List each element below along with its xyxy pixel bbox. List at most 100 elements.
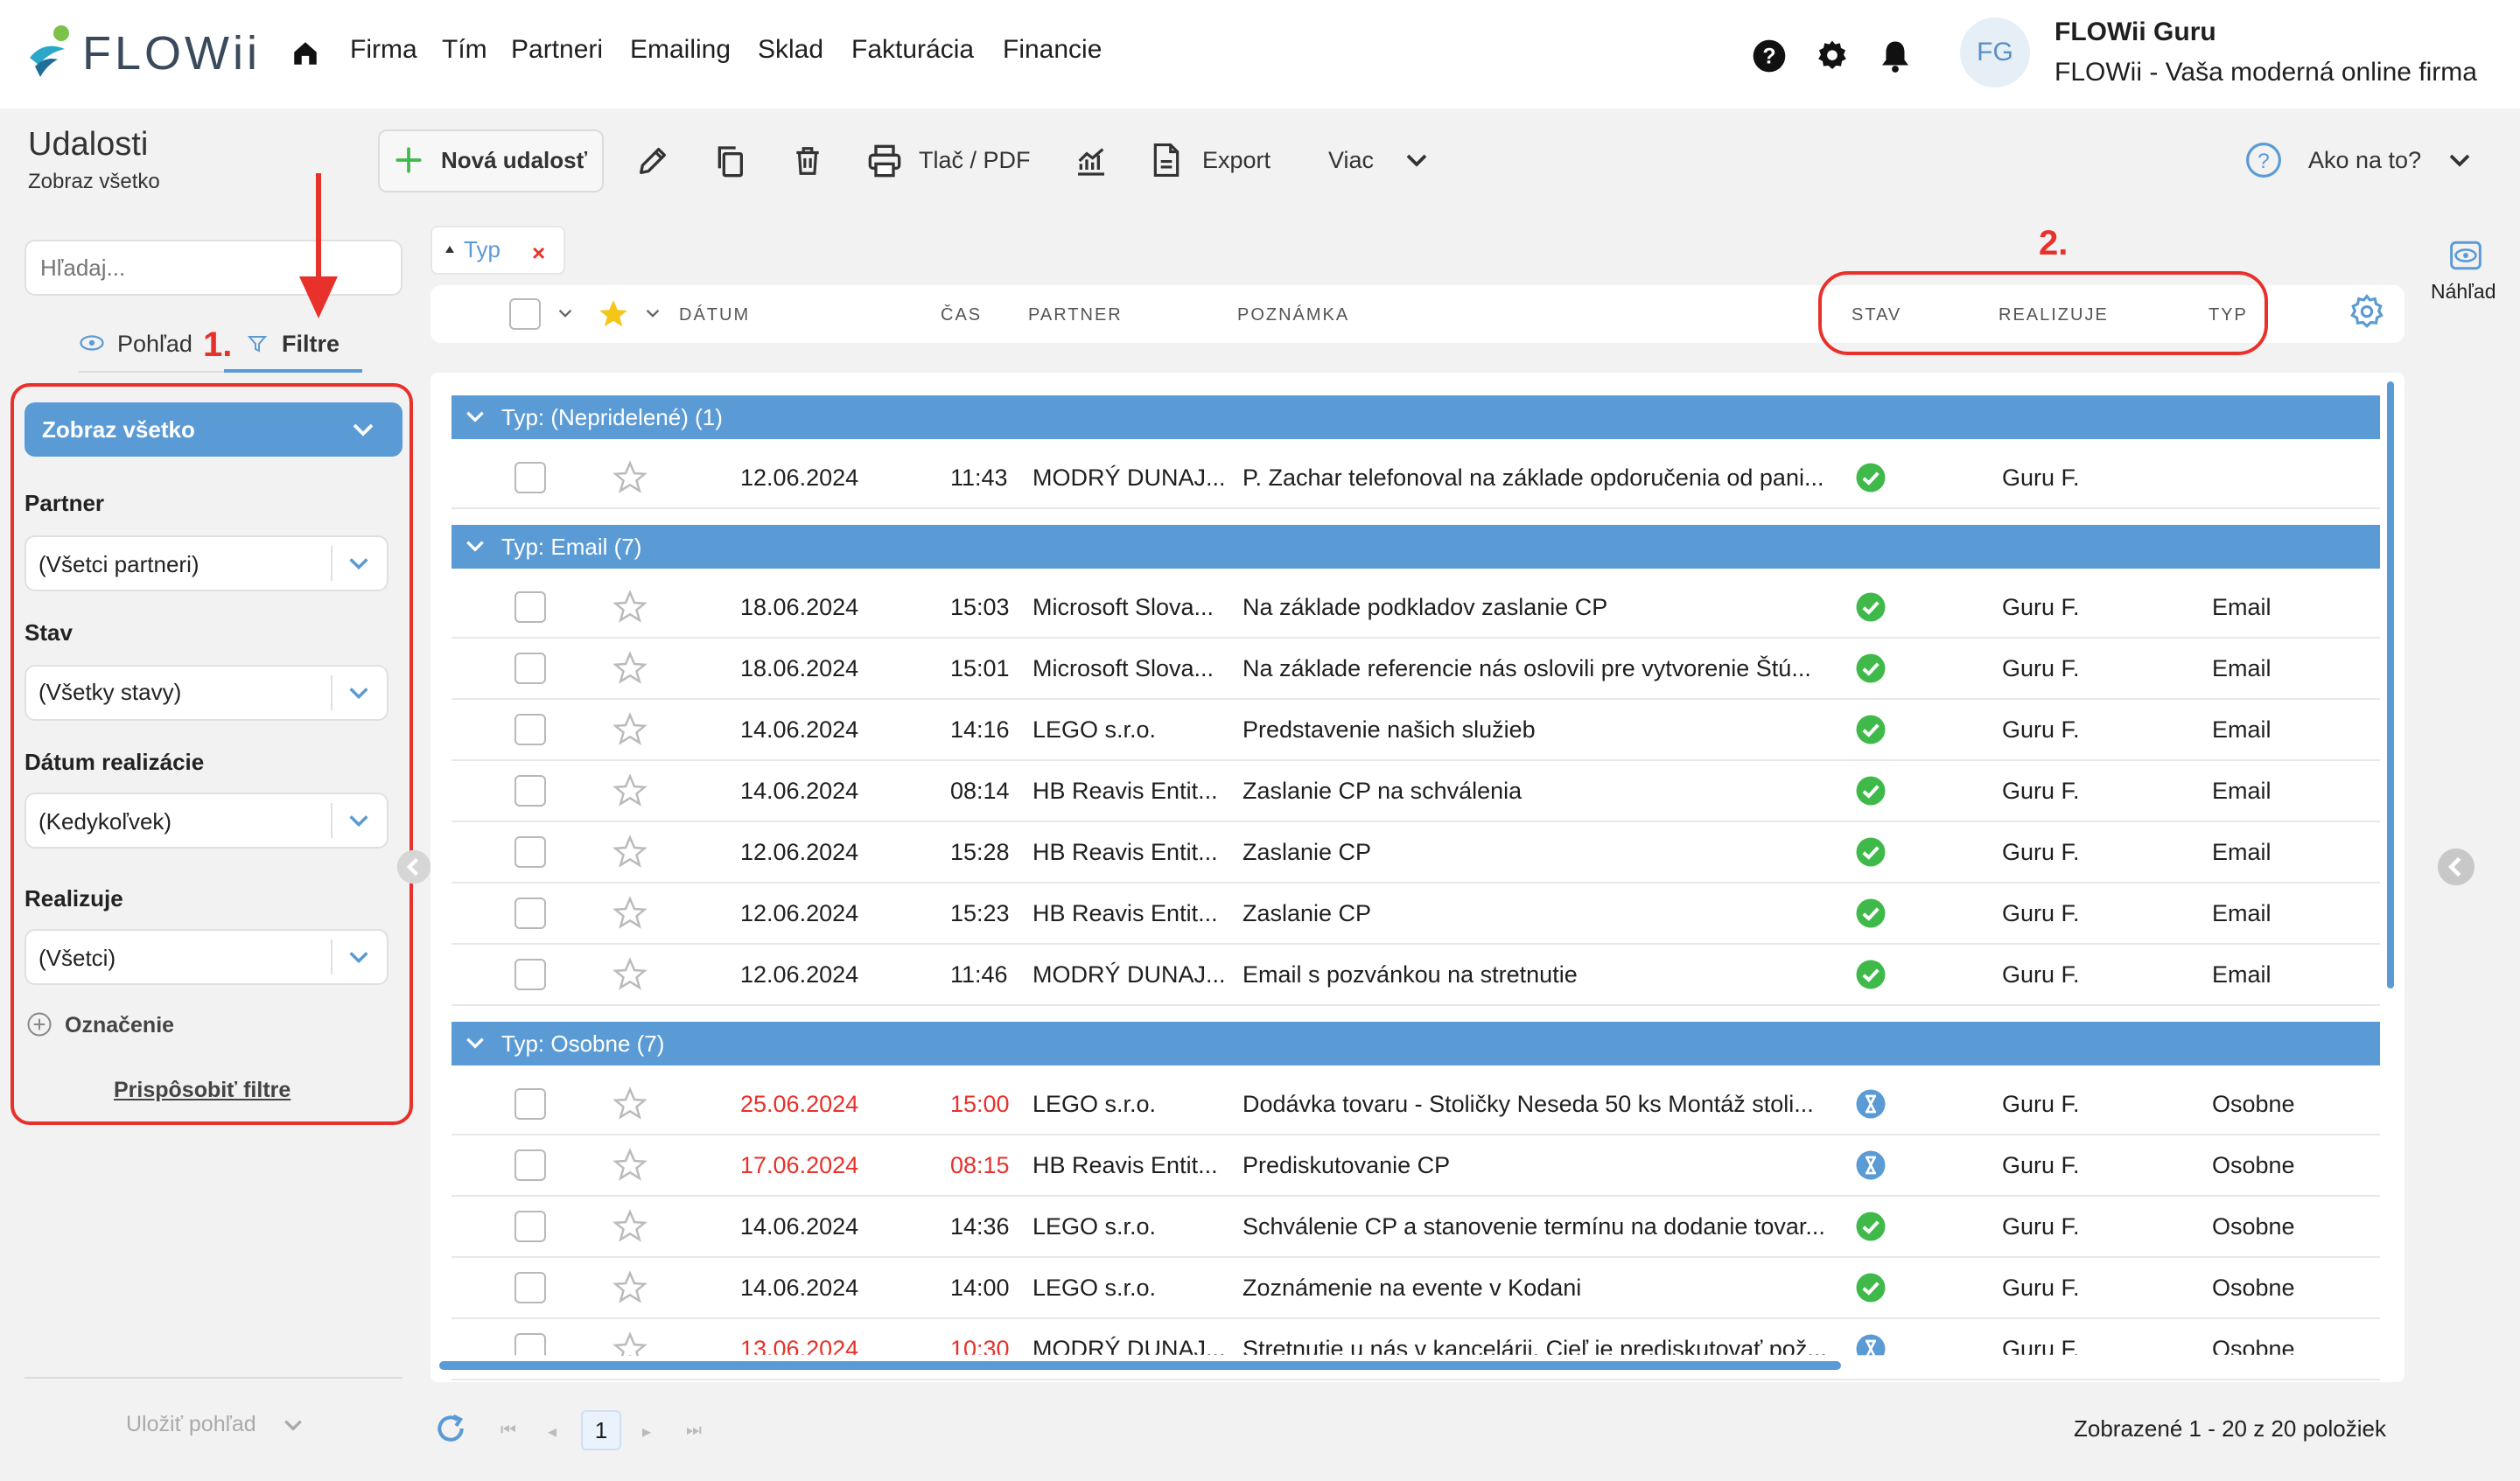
status-done-icon[interactable] <box>1855 1272 1886 1303</box>
chevron-down-icon[interactable] <box>1404 149 1430 171</box>
column-header-note[interactable]: POZNÁMKA <box>1237 305 1349 325</box>
chevron-down-icon[interactable] <box>346 947 371 968</box>
cell-partner[interactable]: LEGO s.r.o. <box>1032 1213 1156 1240</box>
cell-partner[interactable]: MODRÝ DUNAJ... <box>1032 961 1226 988</box>
status-done-icon[interactable] <box>1855 591 1886 623</box>
row-checkbox[interactable] <box>514 714 546 745</box>
nav-sklad[interactable]: Sklad <box>758 35 823 65</box>
current-page[interactable]: 1 <box>581 1410 621 1450</box>
cell-partner[interactable]: LEGO s.r.o. <box>1032 1091 1156 1118</box>
cell-note[interactable]: Na základe referencie nás oslovili pre v… <box>1242 655 1811 682</box>
row-checkbox[interactable] <box>514 1149 546 1181</box>
nav-partneri[interactable]: Partneri <box>511 35 603 65</box>
cell-partner[interactable]: MODRÝ DUNAJ... <box>1032 465 1226 492</box>
cell-note[interactable]: Schválenie CP a stanovenie termínu na do… <box>1242 1213 1825 1240</box>
column-header-partner[interactable]: PARTNER <box>1028 305 1123 325</box>
chart-icon[interactable] <box>1073 143 1110 178</box>
row-checkbox[interactable] <box>514 959 546 990</box>
cell-note[interactable]: P. Zachar telefonoval na základe opdoruč… <box>1242 465 1824 492</box>
help-icon[interactable]: ? <box>1752 38 1787 73</box>
print-pdf-button[interactable]: Tlač / PDF <box>919 147 1031 174</box>
tag-filter-button[interactable]: Označenie <box>65 1013 174 1038</box>
group-header-unassigned[interactable] <box>452 395 2380 439</box>
nav-financie[interactable]: Financie <box>1003 35 1102 65</box>
cell-partner[interactable]: HB Reavis Entit... <box>1032 1152 1218 1179</box>
row-checkbox[interactable] <box>514 1211 546 1242</box>
cell-note[interactable]: Prediskutovanie CP <box>1242 1152 1450 1179</box>
export-button[interactable]: Export <box>1202 147 1270 174</box>
star-outline-icon[interactable] <box>612 651 648 686</box>
cell-note[interactable]: Email s pozvánkou na stretnutie <box>1242 961 1578 988</box>
cell-partner[interactable]: LEGO s.r.o. <box>1032 716 1156 744</box>
trash-icon[interactable] <box>791 143 824 178</box>
collapse-left-icon[interactable] <box>396 849 432 885</box>
printer-icon[interactable] <box>866 143 903 178</box>
cell-partner[interactable]: Microsoft Slova... <box>1032 594 1214 621</box>
bell-icon[interactable] <box>1880 38 1911 73</box>
refresh-icon[interactable] <box>434 1412 467 1445</box>
group-collapse-icon[interactable] <box>464 1032 486 1053</box>
first-page-icon[interactable]: ⏮ <box>500 1421 516 1441</box>
status-pending-hourglass-icon[interactable] <box>1855 1149 1886 1181</box>
export-file-icon[interactable] <box>1150 142 1183 178</box>
search-input[interactable] <box>24 240 402 296</box>
nav-fakturacia[interactable]: Fakturácia <box>851 35 974 65</box>
status-done-icon[interactable] <box>1855 836 1886 868</box>
cell-note[interactable]: Dodávka tovaru - Stoličky Neseda 50 ks M… <box>1242 1091 1814 1118</box>
home-icon[interactable] <box>290 38 320 68</box>
gear-icon[interactable] <box>1815 38 1850 73</box>
vertical-scrollbar[interactable] <box>2387 381 2394 988</box>
status-done-icon[interactable] <box>1855 714 1886 745</box>
cell-partner[interactable]: LEGO s.r.o. <box>1032 1275 1156 1302</box>
select-menu-chevron-icon[interactable] <box>556 306 574 320</box>
edit-pencil-icon[interactable] <box>635 143 670 178</box>
customize-filters-link[interactable]: Prispôsobiť filtre <box>114 1078 290 1103</box>
cell-partner[interactable]: HB Reavis Entit... <box>1032 839 1218 866</box>
row-checkbox[interactable] <box>514 1272 546 1303</box>
status-done-icon[interactable] <box>1855 959 1886 990</box>
nav-emailing[interactable]: Emailing <box>630 35 731 65</box>
more-button[interactable]: Viac <box>1328 147 1374 174</box>
star-filled-icon[interactable] <box>597 297 630 331</box>
status-done-icon[interactable] <box>1855 1211 1886 1242</box>
group-header-osobne[interactable] <box>452 1022 2380 1065</box>
logo-text[interactable]: FLOWii <box>82 26 261 80</box>
status-pending-hourglass-icon[interactable] <box>1855 1088 1886 1120</box>
preview-label[interactable]: Náhľad <box>2431 280 2496 304</box>
status-done-icon[interactable] <box>1855 462 1886 493</box>
horizontal-scrollbar[interactable] <box>439 1361 1841 1370</box>
cell-partner[interactable]: HB Reavis Entit... <box>1032 778 1218 805</box>
cell-partner[interactable]: Microsoft Slova... <box>1032 655 1214 682</box>
avatar[interactable]: FG <box>1960 17 2030 87</box>
row-checkbox[interactable] <box>514 836 546 868</box>
user-name[interactable]: FLOWii Guru <box>2054 17 2216 47</box>
status-done-icon[interactable] <box>1855 898 1886 929</box>
star-outline-icon[interactable] <box>612 1270 648 1305</box>
cell-note[interactable]: Na základe podkladov zaslanie CP <box>1242 594 1607 621</box>
row-checkbox[interactable] <box>514 591 546 623</box>
plus-circle-icon[interactable] <box>26 1011 52 1037</box>
remove-group-icon[interactable]: × <box>532 240 545 267</box>
group-header-email[interactable] <box>452 525 2380 569</box>
row-checkbox[interactable] <box>514 775 546 807</box>
prev-page-icon[interactable]: ◂ <box>548 1421 556 1443</box>
help-circle-icon[interactable]: ? <box>2245 142 2282 178</box>
flowii-logo-icon[interactable] <box>26 23 75 79</box>
row-checkbox[interactable] <box>514 653 546 684</box>
star-outline-icon[interactable] <box>612 896 648 931</box>
cell-note[interactable]: Zaslanie CP na schválenia <box>1242 778 1522 805</box>
copy-icon[interactable] <box>712 143 747 178</box>
nav-tim[interactable]: Tím <box>442 35 487 65</box>
star-outline-icon[interactable] <box>612 1148 648 1183</box>
help-chevron-icon[interactable] <box>2446 149 2473 171</box>
help-button[interactable]: Ako na to? <box>2308 147 2421 174</box>
star-outline-icon[interactable] <box>612 835 648 870</box>
column-settings-gear-icon[interactable] <box>2348 294 2385 331</box>
star-outline-icon[interactable] <box>612 590 648 625</box>
tab-filters[interactable]: Filtre <box>282 331 340 358</box>
cell-note[interactable]: Predstavenie našich služieb <box>1242 716 1536 744</box>
chevron-down-icon[interactable] <box>346 682 371 703</box>
status-done-icon[interactable] <box>1855 775 1886 807</box>
select-all-checkbox[interactable] <box>509 298 541 330</box>
collapse-right-icon[interactable] <box>2436 847 2476 887</box>
